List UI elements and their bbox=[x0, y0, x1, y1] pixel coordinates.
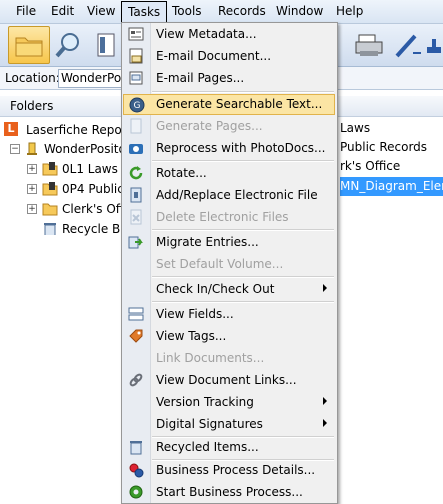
menu-item-reprocess-photodocs[interactable]: Reprocess with PhotoDocs... bbox=[123, 138, 335, 159]
recycle-bin-icon bbox=[44, 223, 56, 235]
list-item[interactable]: Public Records bbox=[340, 140, 427, 154]
fields-icon bbox=[128, 307, 144, 321]
menu-item-generate-searchable-text[interactable]: G Generate Searchable Text... bbox=[123, 94, 335, 115]
toolbar-more-button[interactable] bbox=[425, 27, 443, 63]
pen-tool-button[interactable] bbox=[390, 27, 426, 63]
menu-item-link-documents[interactable]: Link Documents... bbox=[123, 348, 335, 369]
delete-file-icon bbox=[130, 209, 142, 225]
database-icon bbox=[27, 142, 37, 155]
menu-item-digital-signatures[interactable]: Digital Signatures bbox=[123, 414, 335, 435]
location-label: Location: bbox=[5, 71, 60, 85]
menu-separator bbox=[152, 91, 334, 93]
camera-icon bbox=[129, 144, 143, 154]
ocr-icon: G bbox=[129, 97, 145, 113]
menu-item-migrate-entries[interactable]: Migrate Entries... bbox=[123, 232, 335, 253]
link-icon bbox=[129, 373, 143, 387]
rotate-icon bbox=[129, 166, 143, 180]
menu-bar: File Edit View Tasks Tools Records Windo… bbox=[0, 0, 443, 24]
menu-item-view-metadata[interactable]: View Metadata... bbox=[123, 24, 335, 45]
menu-item-recycled-items[interactable]: Recycled Items... bbox=[123, 437, 335, 458]
folder-icon bbox=[42, 203, 58, 216]
submenu-arrow-icon bbox=[323, 419, 327, 427]
document-tool-button[interactable] bbox=[88, 27, 124, 63]
tree-item-wonderpositories[interactable]: − WonderPosito bbox=[0, 139, 130, 159]
gear-icon bbox=[129, 485, 143, 499]
submenu-arrow-icon bbox=[323, 284, 327, 292]
expand-icon[interactable]: + bbox=[27, 164, 37, 174]
folder-icon bbox=[15, 37, 43, 57]
scanner-icon bbox=[355, 34, 383, 56]
menu-tasks[interactable]: Tasks bbox=[121, 1, 168, 24]
menu-item-check-in-check-out[interactable]: Check In/Check Out bbox=[123, 279, 335, 300]
email-document-icon bbox=[129, 48, 143, 64]
menu-item-email-pages[interactable]: E-mail Pages... bbox=[123, 68, 335, 89]
list-item-selected[interactable]: MN_Diagram_Elemen bbox=[340, 177, 443, 196]
recycle-bin-icon bbox=[130, 441, 142, 455]
menu-file[interactable]: File bbox=[10, 0, 42, 23]
gears-icon bbox=[129, 463, 144, 478]
tree-item-clerks-office[interactable]: + Clerk's Offi bbox=[0, 199, 130, 219]
collapse-icon[interactable]: − bbox=[10, 144, 20, 154]
pen-icon bbox=[395, 34, 421, 58]
email-pages-icon bbox=[129, 71, 143, 85]
network-icon bbox=[427, 39, 441, 53]
scanner-tool-button[interactable] bbox=[352, 27, 388, 63]
generate-pages-icon bbox=[130, 118, 142, 134]
menu-view[interactable]: View bbox=[81, 0, 121, 23]
menu-item-view-tags[interactable]: View Tags... bbox=[123, 326, 335, 347]
tree-item-recycle-bin[interactable]: Recycle Bin bbox=[0, 219, 131, 239]
menu-item-delete-electronic-files[interactable]: Delete Electronic Files bbox=[123, 207, 335, 228]
search-icon bbox=[55, 33, 79, 58]
document-icon bbox=[97, 33, 115, 57]
tree-item-public[interactable]: + 0P4 Public bbox=[0, 179, 130, 199]
tree-item-laws[interactable]: + 0L1 Laws bbox=[0, 159, 130, 179]
menu-item-add-replace-electronic-file[interactable]: Add/Replace Electronic File bbox=[123, 185, 335, 206]
menu-item-email-document[interactable]: E-mail Document... bbox=[123, 46, 335, 67]
menu-item-version-tracking[interactable]: Version Tracking bbox=[123, 392, 335, 413]
add-file-icon bbox=[130, 187, 142, 203]
menu-item-rotate[interactable]: Rotate... bbox=[123, 163, 335, 184]
menu-item-view-fields[interactable]: View Fields... bbox=[123, 304, 335, 325]
menu-help[interactable]: Help bbox=[330, 0, 369, 23]
folder-tool-button[interactable] bbox=[8, 26, 50, 64]
tag-icon bbox=[129, 329, 143, 343]
list-item[interactable]: Laws bbox=[340, 121, 370, 135]
folder-icon bbox=[42, 162, 58, 176]
folders-title: Folders bbox=[10, 99, 54, 113]
menu-item-start-business-process[interactable]: Start Business Process... bbox=[123, 482, 335, 503]
migrate-icon bbox=[128, 236, 143, 249]
expand-icon[interactable]: + bbox=[27, 204, 37, 214]
menu-item-view-document-links[interactable]: View Document Links... bbox=[123, 370, 335, 391]
folder-icon bbox=[42, 182, 58, 196]
menu-records[interactable]: Records bbox=[212, 0, 272, 23]
submenu-arrow-icon bbox=[323, 397, 327, 405]
menu-separator bbox=[152, 160, 334, 162]
menu-item-business-process-details[interactable]: Business Process Details... bbox=[123, 460, 335, 481]
menu-separator bbox=[152, 229, 334, 231]
expand-icon[interactable]: + bbox=[27, 184, 37, 194]
list-item[interactable]: rk's Office bbox=[340, 159, 400, 173]
menu-item-generate-pages[interactable]: Generate Pages... bbox=[123, 116, 335, 137]
metadata-icon bbox=[128, 27, 144, 41]
tasks-menu: View Metadata... E-mail Document... E-ma… bbox=[121, 22, 338, 504]
menu-tools[interactable]: Tools bbox=[166, 0, 208, 23]
search-tool-button[interactable] bbox=[50, 27, 86, 63]
laserfiche-logo-icon: L bbox=[4, 122, 18, 136]
menu-separator bbox=[152, 301, 334, 303]
menu-edit[interactable]: Edit bbox=[45, 0, 80, 23]
svg-text:G: G bbox=[134, 101, 141, 111]
menu-window[interactable]: Window bbox=[270, 0, 329, 23]
menu-separator bbox=[152, 276, 334, 278]
menu-item-set-default-volume[interactable]: Set Default Volume... bbox=[123, 254, 335, 275]
